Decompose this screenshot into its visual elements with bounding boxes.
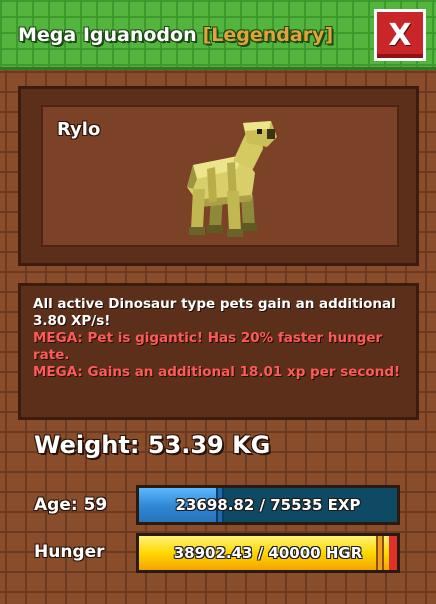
close-button[interactable]: X	[374, 9, 426, 61]
header-bar: Mega Iguanodon [Legendary] X	[0, 0, 436, 70]
age-label: Age: 59	[34, 495, 108, 515]
pet-name: Rylo	[57, 119, 101, 140]
description-panel: All active Dinosaur type pets gain an ad…	[18, 283, 419, 420]
exp-progress-bar: 23698.82 / 75535 EXP	[136, 485, 400, 525]
weight-text: Weight: 53.39 KG	[34, 431, 271, 459]
mega-xp-description: MEGA: Gains an additional 18.01 xp per s…	[33, 364, 401, 380]
ability-description: All active Dinosaur type pets gain an ad…	[33, 296, 396, 329]
rarity-label: [Legendary]	[202, 24, 334, 46]
pet-display-inner: Rylo	[41, 105, 399, 247]
pet-species: Mega Iguanodon	[18, 24, 197, 46]
exp-text: 23698.82 / 75535 EXP	[175, 496, 361, 514]
hunger-progress-bar: 38902.43 / 40000 HGR	[136, 533, 400, 573]
hunger-label: Hunger	[34, 542, 105, 562]
pet-title: Mega Iguanodon [Legendary]	[18, 24, 333, 46]
pet-display-panel: Rylo	[18, 86, 419, 266]
golden-iguanodon-icon	[187, 121, 277, 237]
mega-hunger-description: MEGA: Pet is gigantic! Has 20% faster hu…	[33, 330, 383, 363]
hunger-text: 38902.43 / 40000 HGR	[173, 544, 363, 562]
close-icon: X	[388, 17, 412, 53]
